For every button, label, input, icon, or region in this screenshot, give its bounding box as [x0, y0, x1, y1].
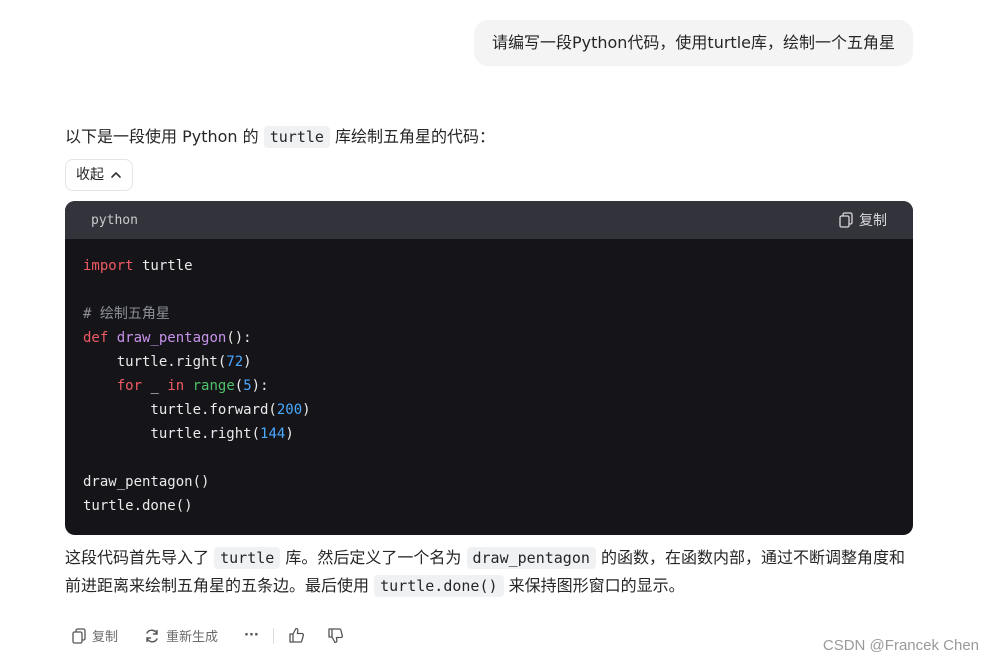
- code-token: turtle: [133, 258, 193, 274]
- more-label: ···: [244, 628, 259, 643]
- more-button[interactable]: ···: [244, 628, 259, 643]
- code-block: python 复制 import turtle # 绘制五角星 def draw…: [65, 201, 913, 535]
- explanation-text: 来保持图形窗口的显示。: [508, 576, 685, 595]
- user-message-bubble: 请编写一段Python代码，使用turtle库，绘制一个五角星: [473, 20, 913, 66]
- code-token: ): [243, 354, 252, 370]
- code-token: _: [142, 378, 168, 394]
- code-content: import turtle # 绘制五角星 def draw_pentagon(…: [65, 239, 913, 518]
- collapse-label: 收起: [76, 167, 104, 183]
- copy-reply-button[interactable]: 复制: [72, 626, 118, 645]
- intro-inline-code: turtle: [263, 126, 330, 148]
- code-token: turtle.right(: [83, 426, 261, 442]
- explanation-text: 库。然后定义了一个名为: [285, 548, 462, 567]
- refresh-icon: [144, 628, 160, 644]
- copy-code-label: 复制: [859, 213, 887, 229]
- code-token: ():: [226, 330, 252, 346]
- code-token: (: [234, 378, 244, 394]
- chevron-up-icon: [110, 169, 122, 181]
- code-token: turtle.done(): [83, 498, 193, 514]
- code-token-keyword: def: [83, 330, 109, 346]
- code-token: ): [302, 402, 311, 418]
- user-message-text: 请编写一段Python代码，使用turtle库，绘制一个五角星: [491, 33, 895, 52]
- code-token: ):: [251, 378, 269, 394]
- code-token: draw_pentagon(): [83, 474, 210, 490]
- regenerate-button[interactable]: 重新生成: [144, 626, 218, 645]
- copy-icon: [72, 627, 86, 644]
- thumbs-down-button[interactable]: [327, 627, 344, 644]
- reply-intro: 以下是一段使用 Python 的 turtle 库绘制五角星的代码：: [65, 124, 495, 150]
- copy-icon: [839, 212, 853, 228]
- code-token-keyword: in: [167, 378, 185, 394]
- regenerate-label: 重新生成: [166, 630, 219, 645]
- actions-divider: [272, 627, 274, 644]
- code-language-label: python: [91, 212, 138, 228]
- explanation-inline-code: turtle.done(): [374, 575, 504, 597]
- thumbs-up-button[interactable]: [288, 627, 305, 644]
- code-header: python 复制: [65, 201, 913, 239]
- watermark: CSDN @Francek Chen: [822, 637, 979, 654]
- thumbs-down-icon: [327, 627, 344, 644]
- code-token-function: draw_pentagon: [116, 330, 227, 346]
- code-token-number: 5: [243, 378, 252, 394]
- code-token-number: 144: [260, 426, 286, 442]
- code-token-keyword: for: [116, 378, 143, 394]
- code-token-number: 200: [276, 402, 303, 418]
- code-token-builtin: range: [192, 378, 235, 394]
- intro-text-before: 以下是一段使用 Python 的: [65, 127, 259, 146]
- explanation-inline-code: turtle: [214, 547, 281, 569]
- thumbs-up-icon: [288, 627, 305, 644]
- code-token: turtle.forward(: [83, 402, 277, 418]
- copy-code-button[interactable]: 复制: [839, 210, 887, 230]
- collapse-button[interactable]: 收起: [65, 159, 133, 191]
- code-comment: # 绘制五角星: [83, 306, 170, 322]
- code-token: ): [285, 426, 294, 442]
- reply-actions-bar: 复制 重新生成 ···: [72, 626, 344, 645]
- code-token-keyword: import: [83, 258, 134, 274]
- explanation-inline-code: draw_pentagon: [466, 547, 596, 569]
- code-token: turtle.right(: [83, 354, 227, 370]
- code-token-number: 72: [226, 354, 244, 370]
- explanation-text: 这段代码首先导入了: [65, 548, 210, 567]
- copy-reply-label: 复制: [92, 630, 119, 645]
- explanation-paragraph: 这段代码首先导入了 turtle 库。然后定义了一个名为 draw_pentag…: [65, 544, 915, 600]
- intro-text-after: 库绘制五角星的代码：: [335, 127, 496, 146]
